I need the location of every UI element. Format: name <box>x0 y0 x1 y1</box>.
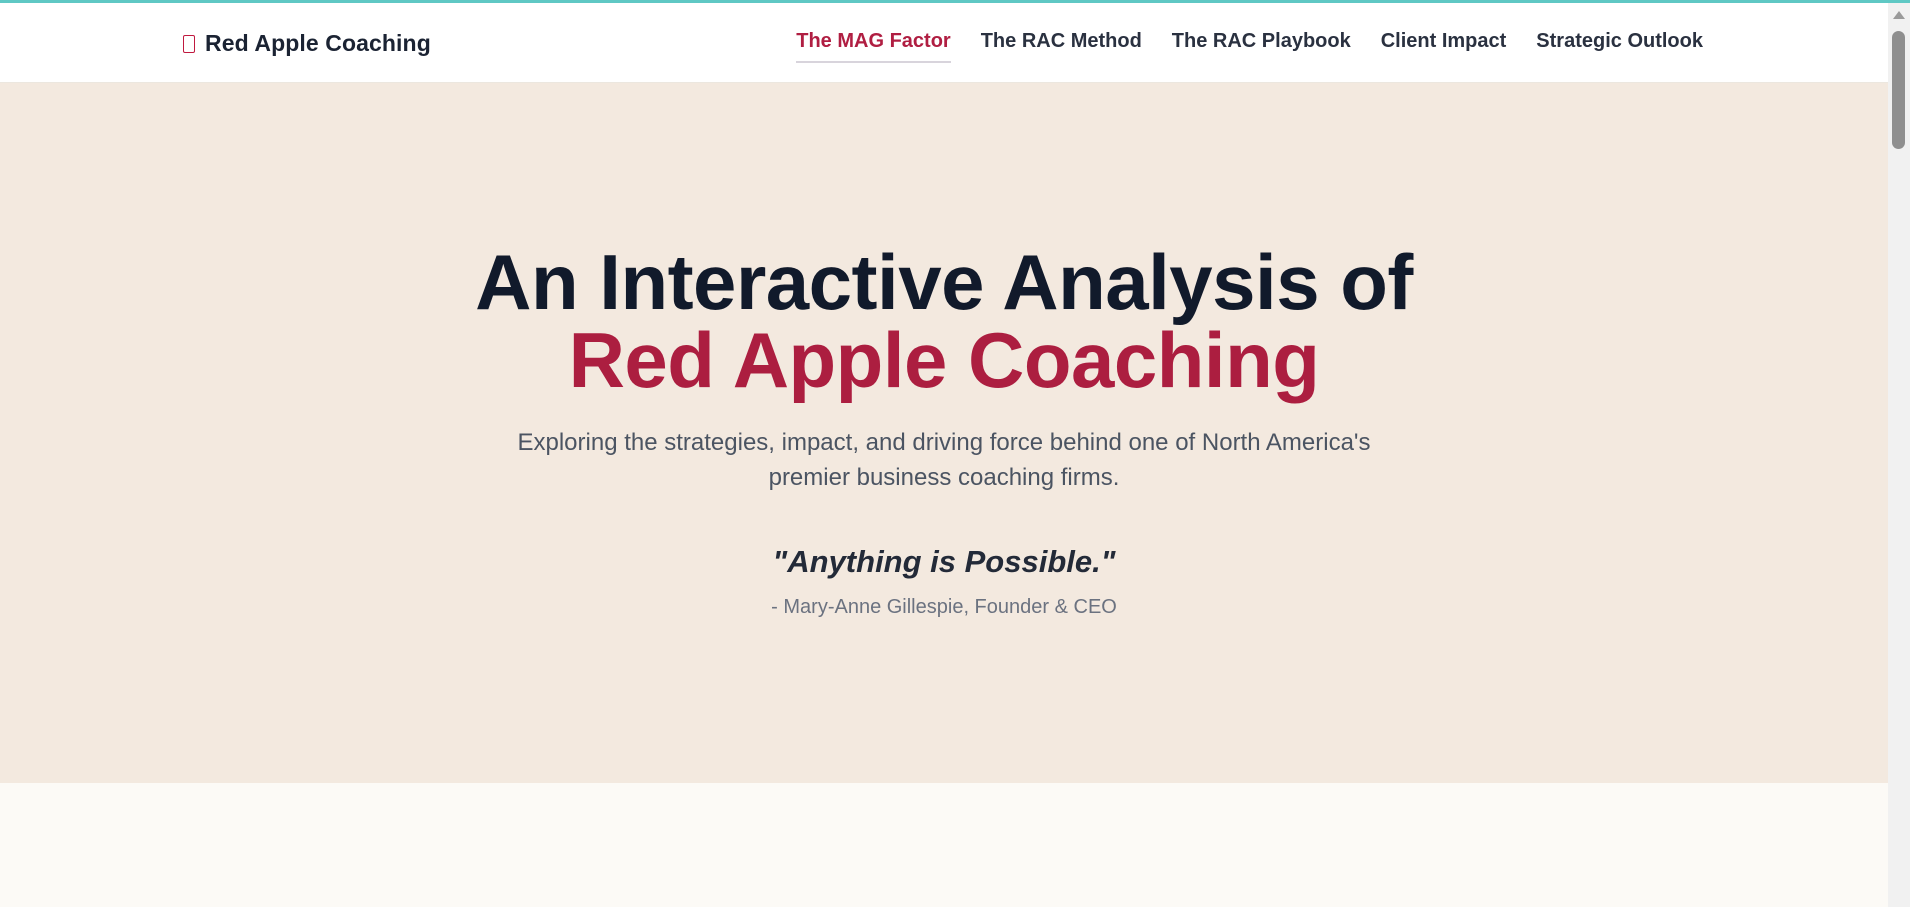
hero-title-accent: Red Apple Coaching <box>568 316 1320 404</box>
quote-attribution: - Mary-Anne Gillespie, Founder & CEO <box>771 596 1117 618</box>
nav-item-client-impact[interactable]: Client Impact <box>1381 30 1507 63</box>
brand-name: Red Apple Coaching <box>205 30 431 56</box>
nav-item-rac-playbook[interactable]: The RAC Playbook <box>1172 30 1351 63</box>
nav-item-mag-factor[interactable]: The MAG Factor <box>796 30 951 63</box>
hero-title-line1: An Interactive Analysis of <box>475 238 1413 326</box>
hero-subtitle: Exploring the strategies, impact, and dr… <box>517 429 1371 491</box>
nav-item-rac-method[interactable]: The RAC Method <box>981 30 1142 63</box>
nav-item-strategic-outlook[interactable]: Strategic Outlook <box>1536 30 1703 63</box>
hero-title: An Interactive Analysis of Red Apple Coa… <box>0 243 1888 399</box>
page: Red Apple Coaching The MAG Factor The RA… <box>0 3 1888 907</box>
vertical-scrollbar[interactable] <box>1888 3 1910 907</box>
apple-icon <box>183 34 195 53</box>
founder-quote: "Anything is Possible." <box>772 544 1116 579</box>
scrollbar-thumb[interactable] <box>1892 31 1905 149</box>
hero-section: An Interactive Analysis of Red Apple Coa… <box>0 83 1888 783</box>
scroll-up-arrow-icon[interactable] <box>1893 11 1905 19</box>
brand-link[interactable]: Red Apple Coaching <box>183 30 431 57</box>
main-nav: The MAG Factor The RAC Method The RAC Pl… <box>766 30 1703 63</box>
navbar: Red Apple Coaching The MAG Factor The RA… <box>0 3 1888 83</box>
